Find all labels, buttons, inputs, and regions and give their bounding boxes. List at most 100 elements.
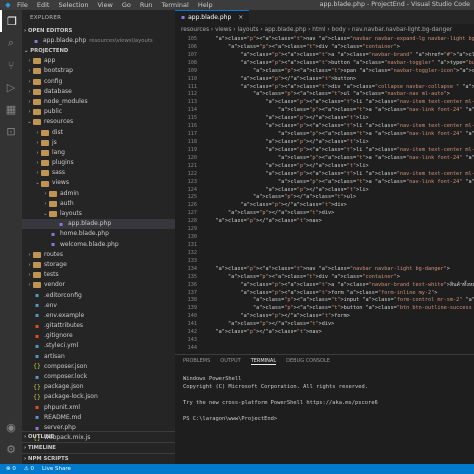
file-item[interactable]: {} composer.json	[22, 362, 175, 372]
code-line[interactable]: 115 "a">class="p"></"a">class="t">li>	[175, 115, 474, 123]
gear-icon[interactable]: ⚙	[0, 438, 22, 460]
file-item[interactable]: ▪ .styleci.yml	[22, 341, 175, 351]
code-line[interactable]: 138 "a">class="p"><"a">class="t">input "…	[175, 297, 474, 305]
panel-tab-output[interactable]: OUTPUT	[220, 358, 240, 364]
code-line[interactable]: 113 "a">class="p"><"a">class="t">li "a">…	[175, 99, 474, 107]
folder-item[interactable]: › auth	[22, 199, 175, 209]
code-line[interactable]: 140 "a">class="p"></"a">class="t">form>	[175, 313, 474, 321]
code-line[interactable]: 118 "a">class="p"></"a">class="t">li>	[175, 139, 474, 147]
code-line[interactable]: 134 "a">class="p"><"a">class="t">nav "a"…	[175, 266, 474, 274]
code-line[interactable]: 109 "a">class="p"><"a">class="t">span "a…	[175, 68, 474, 76]
code-line[interactable]: 121 "a">class="p"></"a">class="t">li>	[175, 163, 474, 171]
folder-item[interactable]: ⌄ resources	[22, 117, 175, 127]
folder-item[interactable]: › plugins	[22, 158, 175, 168]
code-line[interactable]: 130	[175, 234, 474, 242]
close-icon[interactable]: ×	[238, 14, 243, 21]
panel-tab-terminal[interactable]: TERMINAL	[250, 358, 277, 365]
folder-item[interactable]: › config	[22, 77, 175, 87]
code-line[interactable]: 112 "a">class="p"><"a">class="t">ul "a">…	[175, 91, 474, 99]
menu-item-view[interactable]: View	[97, 1, 112, 9]
folder-item[interactable]: › admin	[22, 189, 175, 199]
code-line[interactable]: 124 "a">class="p"></"a">class="t">li>	[175, 187, 474, 195]
file-item[interactable]: ▪ .gitattributes	[22, 321, 175, 331]
panel-tab-problems[interactable]: PROBLEMS	[183, 358, 210, 364]
file-item[interactable]: ▪ phpunit.xml	[22, 403, 175, 413]
folder-item[interactable]: › sass	[22, 168, 175, 178]
code-line[interactable]: 125 "a">class="p"></"a">class="t">ul>	[175, 194, 474, 202]
folder-item[interactable]: › database	[22, 87, 175, 97]
folder-item[interactable]: › storage	[22, 260, 175, 270]
source-control-icon[interactable]: ⑂	[0, 54, 22, 76]
code-line[interactable]: 131	[175, 242, 474, 250]
code-line[interactable]: 106 "a">class="p"><"a">class="t">div "a"…	[175, 44, 474, 52]
section-npm-scripts[interactable]: › NPM SCRIPTS	[22, 453, 175, 464]
menu-item-run[interactable]: Run	[140, 1, 152, 9]
code-line[interactable]: 120 "a">class="p"><"a">class="t">a "a">c…	[175, 155, 474, 163]
file-item[interactable]: ▪ artisan	[22, 352, 175, 362]
section-outline[interactable]: › OUTLINE	[22, 431, 175, 442]
code-line[interactable]: 129	[175, 226, 474, 234]
menu-item-terminal[interactable]: Terminal	[161, 1, 188, 9]
file-item[interactable]: ▪ .env	[22, 301, 175, 311]
file-item[interactable]: ▪ .gitignore	[22, 331, 175, 341]
menu-item-selection[interactable]: Selection	[58, 1, 88, 9]
code-line[interactable]: 108 "a">class="p"><"a">class="t">button …	[175, 60, 474, 68]
code-line[interactable]: 119 "a">class="p"><"a">class="t">li "a">…	[175, 147, 474, 155]
extensions-icon[interactable]: ▦	[0, 98, 22, 120]
code-line[interactable]: 127 "a">class="p"></"a">class="t">div>	[175, 210, 474, 218]
folder-item[interactable]: ⌄ layouts	[22, 209, 175, 219]
code-line[interactable]: 123 "a">class="p"><"a">class="t">a "a">c…	[175, 179, 474, 187]
code-line[interactable]: 132	[175, 250, 474, 258]
folder-item[interactable]: › lang	[22, 148, 175, 158]
folder-item[interactable]: ⌄ views	[22, 178, 175, 188]
code-line[interactable]: 144	[175, 345, 474, 353]
file-item[interactable]: ▪ welcome.blade.php	[22, 240, 175, 250]
file-item[interactable]: ▪ .editorconfig	[22, 291, 175, 301]
file-item[interactable]: ▪ home.blade.php	[22, 229, 175, 239]
code-line[interactable]: 117 "a">class="p"><"a">class="t">a "a">c…	[175, 131, 474, 139]
account-icon[interactable]: ◉	[0, 416, 22, 438]
folder-item[interactable]: › dist	[22, 128, 175, 138]
warnings-count[interactable]: ⚠ 0	[24, 466, 34, 472]
tab-app-blade[interactable]: ▪ app.blade.php ×	[175, 10, 250, 24]
menu-item-help[interactable]: Help	[198, 1, 213, 9]
code-line[interactable]: 105 "a">class="p"><"a">class="t">nav "a"…	[175, 36, 474, 44]
files-icon[interactable]: ❐	[0, 10, 22, 32]
code-line[interactable]: 111 "a">class="p"><"a">class="t">div "a"…	[175, 84, 474, 92]
file-item[interactable]: {} package-lock.json	[22, 392, 175, 402]
open-editors-header[interactable]: › OPEN EDITORS	[22, 26, 175, 36]
code-line[interactable]: 114 "a">class="p"><"a">class="t">a "a">c…	[175, 107, 474, 115]
errors-count[interactable]: ⊗ 0	[6, 466, 16, 472]
code-line[interactable]: 142 "a">class="p"></"a">class="t">nav>	[175, 329, 474, 337]
panel-tab-debug-console[interactable]: DEBUG CONSOLE	[286, 358, 330, 364]
code-line[interactable]: 137 "a">class="p"><"a">class="t">form "a…	[175, 290, 474, 298]
folder-item[interactable]: › vendor	[22, 280, 175, 290]
folder-item[interactable]: › js	[22, 138, 175, 148]
file-item[interactable]: {} package.json	[22, 382, 175, 392]
search-icon[interactable]: ⌕	[0, 32, 22, 54]
code-line[interactable]: 133	[175, 258, 474, 266]
code-line[interactable]: 122 "a">class="p"><"a">class="t">li "a">…	[175, 171, 474, 179]
code-line[interactable]: 128 "a">class="p"></"a">class="t">nav>	[175, 218, 474, 226]
file-item[interactable]: ▪ README.md	[22, 413, 175, 423]
code-line[interactable]: 126 "a">class="p"></"a">class="t">div>	[175, 202, 474, 210]
breadcrumb[interactable]: resources › views › layouts › app.blade.…	[175, 24, 474, 36]
code-line[interactable]: 116 "a">class="p"><"a">class="t">li "a">…	[175, 123, 474, 131]
code-line[interactable]: 143	[175, 337, 474, 345]
code-editor[interactable]: 105 "a">class="p"><"a">class="t">nav "a"…	[175, 36, 474, 354]
terminal-output[interactable]: Windows PowerShell Copyright (C) Microso…	[175, 367, 474, 431]
file-item[interactable]: ▪ composer.lock	[22, 372, 175, 382]
open-editor-item[interactable]: ▪ app.blade.php resources\views\layouts	[22, 36, 175, 46]
folder-item[interactable]: › bootstrap	[22, 66, 175, 76]
file-item[interactable]: ▪ .env.example	[22, 311, 175, 321]
menu-item-edit[interactable]: Edit	[37, 1, 50, 9]
remote-icon[interactable]: ⊡	[0, 120, 22, 142]
code-line[interactable]: 141 "a">class="p"></"a">class="t">div>	[175, 321, 474, 329]
folder-item[interactable]: › app	[22, 56, 175, 66]
menu-item-file[interactable]: File	[17, 1, 28, 9]
folder-item[interactable]: › public	[22, 107, 175, 117]
code-line[interactable]: 110 "a">class="p"></"a">class="t">button…	[175, 76, 474, 84]
folder-item[interactable]: › node_modules	[22, 97, 175, 107]
run-icon[interactable]: ▷	[0, 76, 22, 98]
live-share-button[interactable]: Live Share	[42, 466, 71, 472]
